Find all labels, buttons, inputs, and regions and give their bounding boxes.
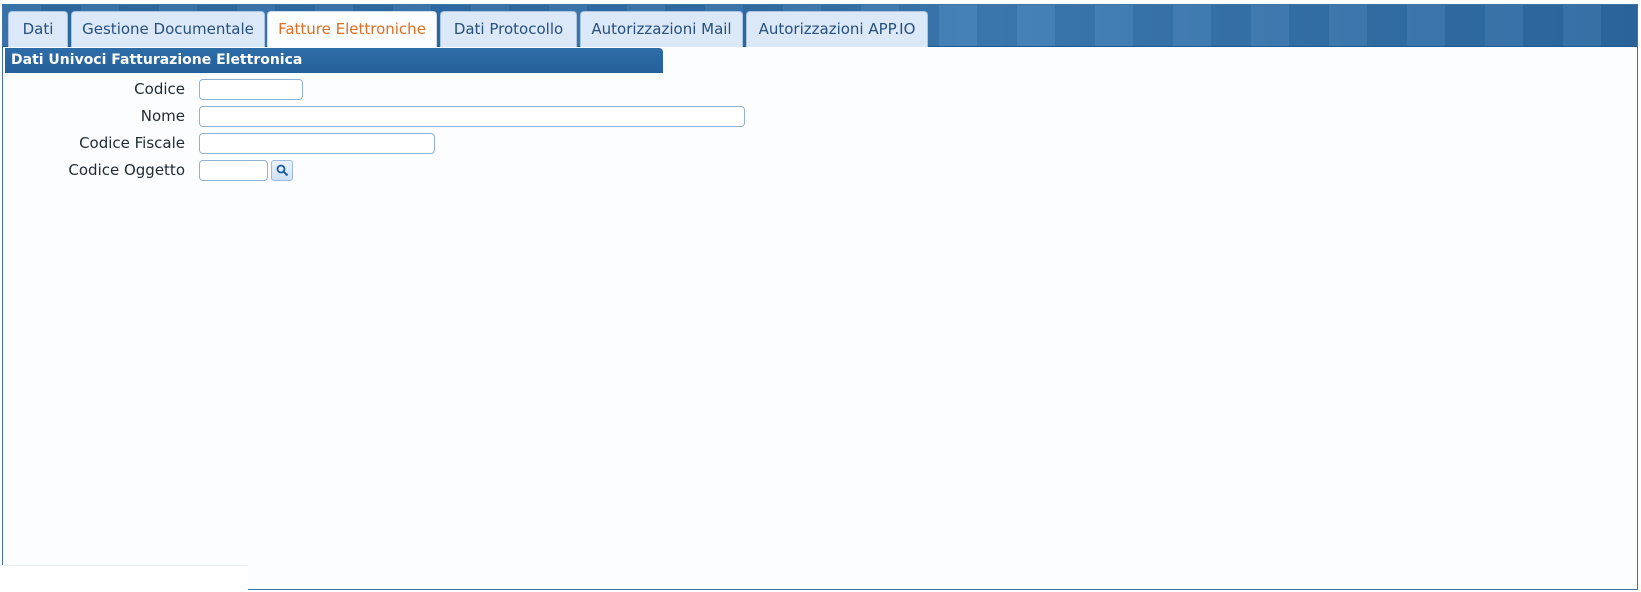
tab-dati[interactable]: Dati — [8, 11, 68, 47]
search-icon — [276, 164, 289, 177]
tab-gestione-documentale[interactable]: Gestione Documentale — [71, 11, 265, 47]
codice-oggetto-label: Codice Oggetto — [68, 161, 185, 179]
tab-autorizzazioni-app-io[interactable]: Autorizzazioni APP.IO — [746, 11, 928, 47]
tab-fatture-elettroniche[interactable]: Fatture Elettroniche — [267, 11, 437, 47]
footer-strip — [0, 565, 248, 592]
tab-dati-protocollo[interactable]: Dati Protocollo — [440, 11, 577, 47]
codice-label: Codice — [134, 80, 185, 98]
codice-input[interactable] — [199, 79, 303, 100]
tab-autorizzazioni-mail[interactable]: Autorizzazioni Mail — [580, 11, 743, 47]
tab-bar: Dati Gestione Documentale Fatture Elettr… — [3, 5, 1637, 47]
section-header: Dati Univoci Fatturazione Elettronica — [5, 48, 663, 73]
codice-oggetto-lookup-button[interactable] — [271, 160, 293, 181]
nome-label: Nome — [140, 107, 185, 125]
main-window: Dati Gestione Documentale Fatture Elettr… — [2, 4, 1638, 590]
codice-oggetto-input[interactable] — [199, 160, 268, 181]
nome-input[interactable] — [199, 106, 745, 127]
codice-fiscale-input[interactable] — [199, 133, 435, 154]
codice-fiscale-label: Codice Fiscale — [79, 134, 185, 152]
